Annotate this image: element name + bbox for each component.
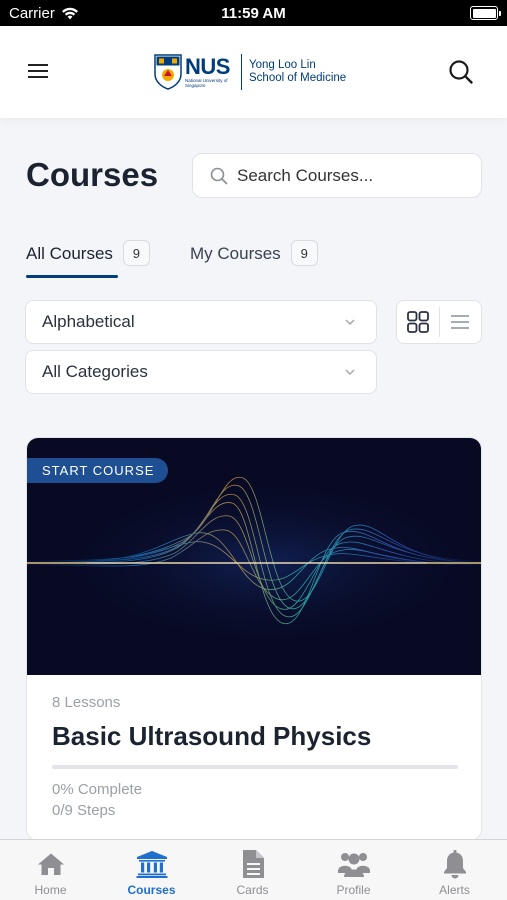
sort-select[interactable]: Alphabetical (25, 300, 377, 344)
bottom-tab-bar: Home Courses Cards Profile Alerts (0, 839, 507, 900)
hamburger-icon (28, 64, 48, 66)
cards-icon (242, 850, 264, 878)
category-select[interactable]: All Categories (25, 350, 377, 394)
logo-divider (241, 54, 242, 90)
tab-my-courses-label: My Courses (190, 244, 281, 263)
course-search-box[interactable] (192, 153, 482, 198)
bottom-tab-cards[interactable]: Cards (202, 840, 303, 900)
school-line-1: Yong Loo Lin (249, 59, 316, 71)
category-select-value: All Categories (42, 362, 148, 381)
search-icon (449, 60, 473, 84)
menu-button[interactable] (28, 62, 50, 80)
courses-icon (136, 851, 167, 878)
chevron-down-icon (345, 369, 355, 376)
bell-icon (443, 850, 466, 879)
bottom-tab-courses-label: Courses (127, 883, 176, 897)
home-icon (37, 853, 64, 875)
list-icon (451, 315, 470, 329)
tab-all-courses-count: 9 (122, 240, 150, 266)
course-progress-bar (52, 765, 458, 769)
progress-steps-text: 0/9 Steps (52, 802, 116, 819)
page-title: Courses (26, 156, 159, 193)
nus-crest-icon (154, 54, 182, 90)
school-line-2: School of Medicine (249, 72, 347, 84)
course-search-input[interactable] (237, 165, 467, 186)
list-view-button[interactable] (439, 301, 481, 343)
app-header: NUS National University of Singapore Yon… (0, 26, 507, 118)
status-time: 11:59 AM (221, 5, 286, 22)
start-course-badge: START COURSE (27, 458, 169, 483)
battery-icon (470, 6, 501, 20)
chevron-down-icon (345, 319, 355, 326)
progress-percent-text: 0% Complete (52, 781, 143, 798)
nus-subtitle: National University of Singapore (185, 78, 228, 88)
lesson-count: 8 Lessons (52, 694, 121, 711)
status-bar: Carrier 11:59 AM (0, 0, 507, 26)
course-card[interactable]: START COURSE 8 Lessons Basic Ultrasound … (26, 437, 482, 841)
profile-icon (337, 853, 370, 877)
bottom-tab-courses[interactable]: Courses (101, 840, 202, 900)
view-mode-toggle (396, 300, 482, 344)
tab-my-courses-count: 9 (290, 240, 318, 266)
active-tab-indicator (26, 275, 118, 278)
header-search-button[interactable] (448, 59, 474, 90)
bottom-tab-cards-label: Cards (236, 883, 269, 897)
tab-my-courses[interactable]: My Courses 9 (190, 240, 318, 278)
sort-select-value: Alphabetical (42, 312, 135, 331)
tab-all-courses-label: All Courses (26, 244, 113, 263)
bottom-tab-profile[interactable]: Profile (303, 840, 404, 900)
search-icon (210, 167, 228, 184)
bottom-tab-home[interactable]: Home (0, 840, 101, 900)
grid-view-button[interactable] (397, 301, 439, 343)
bottom-tab-home-label: Home (34, 883, 67, 897)
bottom-tab-alerts[interactable]: Alerts (404, 840, 505, 900)
nus-wordmark: NUS (185, 54, 230, 79)
bottom-tab-profile-label: Profile (336, 883, 371, 897)
nus-logo: NUS National University of Singapore Yon… (154, 50, 346, 94)
grid-icon (406, 311, 429, 333)
course-title: Basic Ultrasound Physics (52, 721, 372, 751)
tab-all-courses[interactable]: All Courses 9 (26, 240, 150, 278)
course-cover-image: START COURSE (27, 438, 481, 675)
bottom-tab-alerts-label: Alerts (439, 883, 470, 897)
